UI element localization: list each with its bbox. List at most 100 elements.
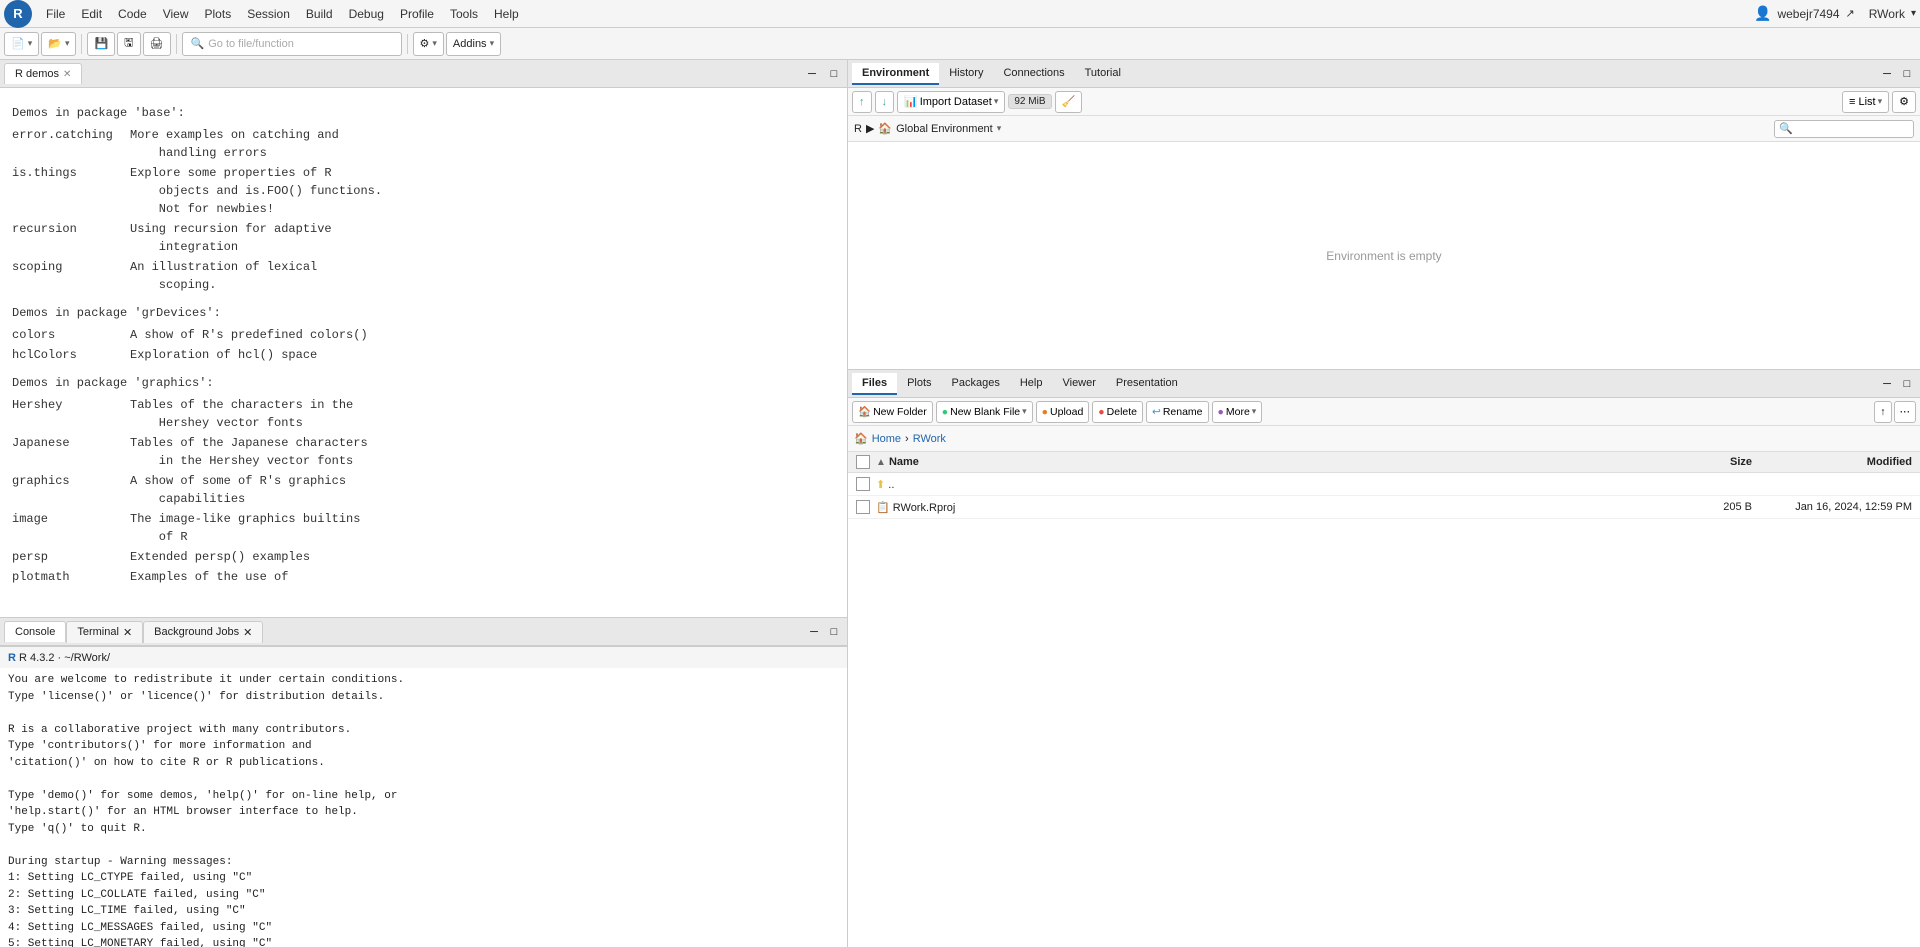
addins-arrow: ▾ [490,38,495,49]
print-button[interactable]: 🖨 [143,32,171,56]
clear-console-button[interactable]: 🧹 [1055,91,1083,113]
upload-button[interactable]: ● Upload [1036,401,1090,423]
files-rproj-row[interactable]: 📋 RWork.Rproj 205 B Jan 16, 2024, 12:59 … [848,496,1920,519]
files-tab-presentation[interactable]: Presentation [1106,373,1188,395]
parent-dir-label: .. [888,479,894,491]
console-minimize-button[interactable]: ─ [805,623,823,641]
more-arrow: ▾ [1252,406,1257,417]
parent-row-checkbox[interactable] [856,477,870,491]
editor-minimize-button[interactable]: ─ [803,65,821,83]
grdevices-section-header: Demos in package 'grDevices': [12,304,835,322]
background-jobs-tab-close[interactable]: ✕ [243,626,252,639]
env-selector-label[interactable]: Global Environment [896,123,993,135]
menu-edit[interactable]: Edit [73,3,110,25]
console-tab-terminal[interactable]: Terminal ✕ [66,621,143,643]
list-item: Hershey Tables of the characters in the … [12,396,835,432]
env-tab-tutorial[interactable]: Tutorial [1075,63,1131,85]
env-tab-bar: Environment History Connections Tutorial… [848,60,1920,88]
env-search-input[interactable] [1774,120,1914,138]
list-icon: ≡ List [1849,96,1876,108]
console-tab-background-jobs[interactable]: Background Jobs ✕ [143,621,263,643]
menu-session[interactable]: Session [239,3,298,25]
console-line: Type 'license()' or 'licence()' for dist… [8,689,839,706]
rwork-path-label[interactable]: RWork [913,433,946,445]
rename-button[interactable]: ↩ Rename [1146,401,1209,423]
console-line: During startup - Warning messages: [8,854,839,871]
menu-view[interactable]: View [155,3,197,25]
files-maximize-button[interactable]: □ [1898,375,1916,393]
files-tab-plots[interactable]: Plots [897,373,941,395]
files-header-row: ▲ Name Size Modified [848,452,1920,473]
files-tab-packages[interactable]: Packages [942,373,1010,395]
tab-rdemos-close[interactable]: ✕ [63,69,71,80]
files-nav-up-button[interactable]: ↑ [1874,401,1891,423]
demo-name: colors [12,326,122,344]
open-file-button[interactable]: 📂 ▾ [41,32,76,56]
terminal-tab-close[interactable]: ✕ [123,626,132,639]
demo-desc: An illustration of lexical scoping. [130,258,317,294]
main-layout: R demos ✕ ─ □ Demos in package 'base': e… [0,60,1920,947]
delete-button[interactable]: ● Delete [1092,401,1143,423]
list-view-button[interactable]: ≡ List ▾ [1842,91,1889,113]
settings-icon: ⚙ [1899,95,1909,108]
files-tab-help[interactable]: Help [1010,373,1053,395]
files-toolbar: 🏠 New Folder ● New Blank File ▾ ● Upload… [848,398,1920,426]
save-button[interactable]: 💾 [87,32,115,56]
list-item: scoping An illustration of lexical scopi… [12,258,835,294]
menu-items: File Edit Code View Plots Session Build … [38,3,527,25]
env-tab-connections[interactable]: Connections [993,63,1074,85]
files-tab-files[interactable]: Files [852,373,897,395]
goto-file-function[interactable]: 🔍 Go to file/function [182,32,402,56]
files-tab-viewer[interactable]: Viewer [1052,373,1105,395]
console-line: R is a collaborative project with many c… [8,722,839,739]
upload-label: Upload [1050,406,1083,418]
env-tab-environment[interactable]: Environment [852,63,939,85]
menu-build[interactable]: Build [298,3,341,25]
env-settings-button[interactable]: ⚙ [1892,91,1916,113]
env-load-button[interactable]: ↑ [852,91,872,113]
editor-maximize-button[interactable]: □ [825,65,843,83]
rproj-file-icon: 📋 [876,502,890,514]
env-panel: Environment History Connections Tutorial… [848,60,1920,370]
console-tab-bar-right: ─ □ [805,623,843,641]
env-minimize-button[interactable]: ─ [1878,65,1896,83]
new-folder-button[interactable]: 🏠 New Folder [852,401,933,423]
files-minimize-button[interactable]: ─ [1878,375,1896,393]
console-tab-console[interactable]: Console [4,621,66,642]
env-maximize-button[interactable]: □ [1898,65,1916,83]
console-content[interactable]: You are welcome to redistribute it under… [0,668,847,947]
menu-profile[interactable]: Profile [392,3,442,25]
import-dataset-button[interactable]: 📊 Import Dataset ▾ [897,91,1005,113]
home-path-label[interactable]: Home [872,433,901,445]
menu-file[interactable]: File [38,3,73,25]
menu-help[interactable]: Help [486,3,527,25]
print-icon: 🖨 [150,37,164,50]
right-pane: Environment History Connections Tutorial… [848,60,1920,947]
save-icon: 💾 [94,37,108,50]
menu-debug[interactable]: Debug [341,3,392,25]
options-button[interactable]: ⚙ ▾ [413,32,444,56]
menubar: R File Edit Code View Plots Session Buil… [0,0,1920,28]
env-save-button[interactable]: ↓ [875,91,895,113]
files-select-all[interactable] [856,455,870,469]
options-icon: ⚙ [420,37,430,50]
menu-plots[interactable]: Plots [197,3,240,25]
files-more-options-button[interactable]: ⋯ [1894,401,1917,423]
save-all-button[interactable]: 🖫 [117,32,140,56]
new-blank-file-button[interactable]: ● New Blank File ▾ [936,401,1033,423]
menu-code[interactable]: Code [110,3,155,25]
menu-tools[interactable]: Tools [442,3,486,25]
rproj-row-checkbox[interactable] [856,500,870,514]
delete-label: Delete [1107,406,1137,418]
env-selector-arrow[interactable]: ▾ [997,123,1002,134]
editor-tab-rdemos[interactable]: R demos ✕ [4,63,82,84]
addins-button[interactable]: Addins ▾ [446,32,501,56]
more-button[interactable]: ● More ▾ [1212,401,1263,423]
list-item: is.things Explore some properties of R o… [12,164,835,218]
files-parent-row[interactable]: ⬆ .. [848,473,1920,496]
console-maximize-button[interactable]: □ [825,623,843,641]
new-file-button[interactable]: 📄 ▾ [4,32,39,56]
console-line: Type 'q()' to quit R. [8,821,839,838]
demo-desc: Tables of the Japanese characters in the… [130,434,368,470]
env-tab-history[interactable]: History [939,63,993,85]
